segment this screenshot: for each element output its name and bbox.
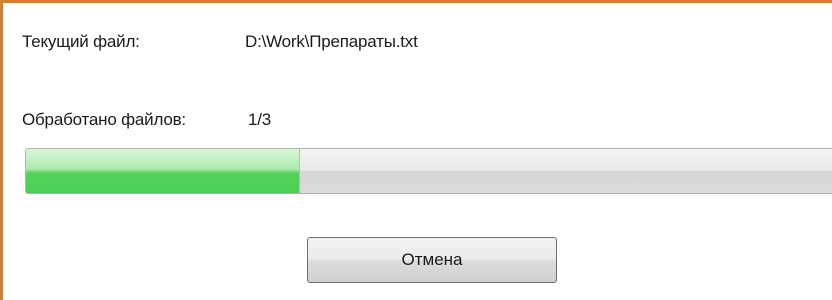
- progress-dialog: Текущий файл: D:\Work\Препараты.txt Обра…: [0, 0, 832, 300]
- processed-files-label: Обработано файлов:: [22, 110, 186, 129]
- current-file-value: D:\Work\Препараты.txt: [245, 32, 418, 51]
- current-file-label: Текущий файл:: [22, 32, 140, 51]
- cancel-button[interactable]: Отмена: [307, 237, 557, 283]
- progress-bar: [25, 148, 832, 194]
- processed-files-value: 1/3: [248, 110, 272, 129]
- progress-bar-fill: [26, 149, 300, 193]
